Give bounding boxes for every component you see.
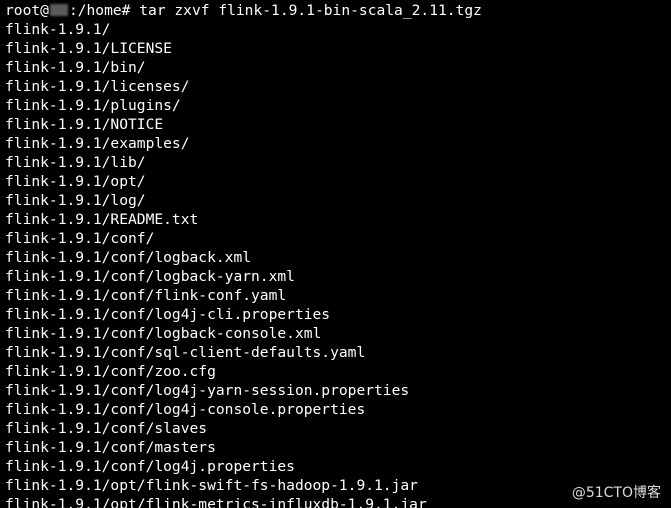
output-line: flink-1.9.1/licenses/ <box>5 78 190 95</box>
output-line: flink-1.9.1/plugins/ <box>5 97 181 114</box>
prompt-path: :/home# <box>68 2 131 19</box>
output-line: flink-1.9.1/conf/logback-yarn.xml <box>5 268 295 285</box>
output-line: flink-1.9.1/conf/log4j-yarn-session.prop… <box>5 382 410 399</box>
output-line: flink-1.9.1/conf/ <box>5 230 155 247</box>
prompt-command: tar zxvf flink-1.9.1-bin-scala_2.11.tgz <box>139 2 482 19</box>
output-line: flink-1.9.1/conf/log4j-cli.properties <box>5 306 331 323</box>
output-line: flink-1.9.1/conf/logback.xml <box>5 249 252 266</box>
command-prompt-line: root@ :/home# tar zxvf flink-1.9.1-bin-sc… <box>5 1 482 20</box>
output-line: flink-1.9.1/bin/ <box>5 59 146 76</box>
output-line: flink-1.9.1/conf/log4j.properties <box>5 458 295 475</box>
watermark: @51CTO博客 <box>571 485 661 501</box>
output-line: flink-1.9.1/opt/ <box>5 173 146 190</box>
output-line: flink-1.9.1/log/ <box>5 192 146 209</box>
redacted-hostname <box>49 4 68 16</box>
output-line: flink-1.9.1/LICENSE <box>5 40 172 57</box>
output-line: flink-1.9.1/lib/ <box>5 154 146 171</box>
terminal-window[interactable]: root@ :/home# tar zxvf flink-1.9.1-bin-sc… <box>0 0 671 508</box>
output-line: flink-1.9.1/conf/flink-conf.yaml <box>5 287 287 304</box>
output-line: flink-1.9.1/conf/log4j-console.propertie… <box>5 401 366 418</box>
output-line: flink-1.9.1/conf/logback-console.xml <box>5 325 322 342</box>
output-line: flink-1.9.1/README.txt <box>5 211 199 228</box>
output-line: flink-1.9.1/opt/flink-metrics-influxdb-1… <box>5 496 427 508</box>
output-line: flink-1.9.1/conf/zoo.cfg <box>5 363 216 380</box>
prompt-user: root@ <box>5 2 49 19</box>
output-line: flink-1.9.1/NOTICE <box>5 116 164 133</box>
output-line: flink-1.9.1/conf/sql-client-defaults.yam… <box>5 344 366 361</box>
output-line: flink-1.9.1/opt/flink-swift-fs-hadoop-1.… <box>5 477 418 494</box>
terminal-output: root@ :/home# tar zxvf flink-1.9.1-bin-sc… <box>5 1 482 508</box>
output-line: flink-1.9.1/ <box>5 21 111 38</box>
output-line: flink-1.9.1/examples/ <box>5 135 190 152</box>
output-line: flink-1.9.1/conf/masters <box>5 439 216 456</box>
output-line: flink-1.9.1/conf/slaves <box>5 420 208 437</box>
